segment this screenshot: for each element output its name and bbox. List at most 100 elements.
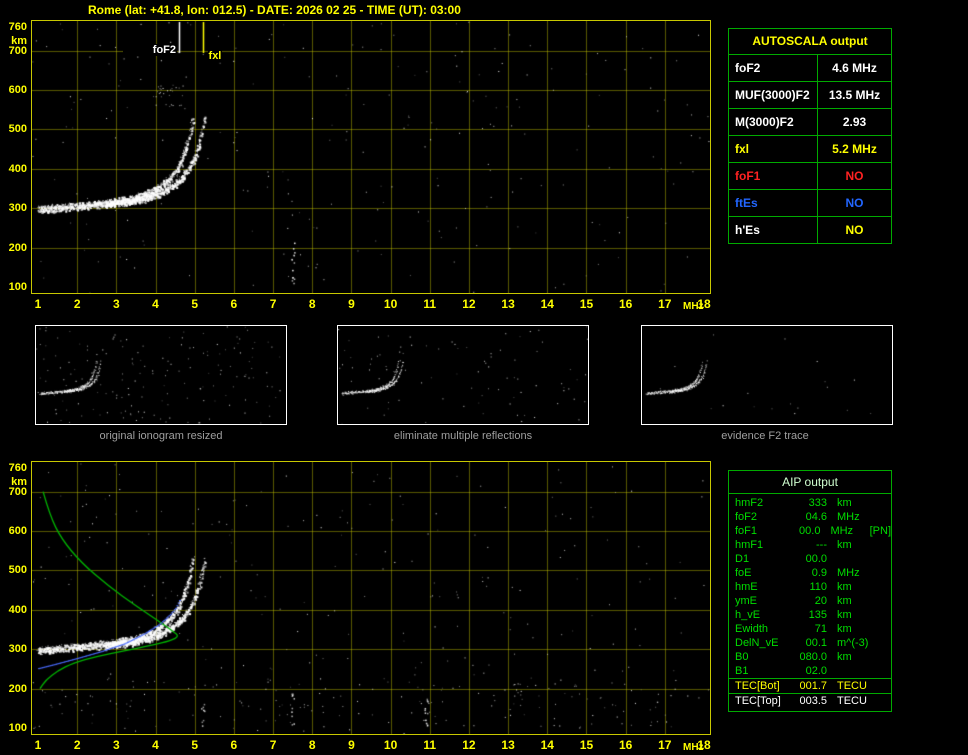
x-tick-label: 15: [579, 738, 594, 752]
aip-row-unit: MHz: [837, 511, 860, 523]
autoscala-rows: foF2 4.6 MHz MUF(3000)F2 13.5 MHz M(3000)F2 2…: [729, 55, 891, 243]
x-tick-label: 12: [462, 738, 476, 752]
aip-row: TEC[Top] 003.5 TECU: [729, 693, 891, 708]
marker-label-fxl: fxl: [207, 50, 223, 62]
autoscala-row-value: NO: [845, 169, 864, 183]
aip-row-value: 00.1: [805, 637, 827, 649]
y-tick-label: 600: [8, 525, 27, 538]
aip-row: TEC[Bot] 001.7 TECU: [729, 678, 891, 693]
aip-row-value: 0.9: [811, 567, 827, 579]
y-tick-label: 400: [8, 162, 27, 175]
x-tick-label: 8: [308, 738, 316, 752]
aip-row-value: 00.0: [799, 525, 821, 537]
aip-row-extra: [877, 552, 891, 566]
x-tick-label: 4: [152, 297, 159, 311]
x-tick-label: 14: [540, 297, 554, 311]
x-tick-label: 14: [540, 738, 554, 752]
aip-row-value: 71: [814, 623, 827, 635]
autoscala-row: ftEs NO: [729, 190, 891, 217]
autoscala-row-label: M(3000)F2: [729, 109, 818, 135]
aip-row-label: hmE: [735, 581, 758, 593]
y-tick-label: 100: [8, 281, 27, 293]
autoscala-row-label: fxl: [729, 136, 818, 162]
caption-multiple-reflections: eliminate multiple reflections: [393, 430, 533, 442]
aip-row-value: 00.0: [805, 553, 827, 565]
aip-row-extra: [877, 694, 891, 708]
autoscala-row-value: 5.2 MHz: [832, 142, 877, 156]
aip-row-label: TEC[Top]: [735, 695, 781, 707]
x-tick-label: 17: [658, 297, 672, 311]
autoscala-row-label: ftEs: [729, 190, 818, 216]
thumbnail-f2-trace: [641, 325, 893, 425]
aip-row-label: hmF2: [735, 497, 764, 509]
aip-row-unit: [827, 552, 877, 566]
profile-canvas: [31, 461, 711, 735]
aip-row-label: hmF1: [735, 539, 764, 551]
aip-row-unit: m^(-3): [837, 637, 869, 649]
aip-row-unit: km: [837, 539, 852, 551]
x-tick-label: 15: [579, 297, 594, 311]
aip-row: DelN_vE 00.1 m^(-3): [729, 636, 891, 650]
aip-row: hmF1 --- km: [729, 538, 891, 552]
aip-output-panel: AIP output hmF2 333 km foF2 04.6 MHz foF1 00.0 M…: [728, 470, 892, 712]
aip-row-label: B0: [735, 651, 749, 663]
aip-row-label: B1: [735, 665, 749, 677]
aip-row-label: foF2: [735, 511, 758, 523]
aip-row-label: foF1: [735, 525, 758, 537]
thumbnail-original-ionogram: [35, 325, 287, 425]
x-tick-label: 10: [383, 738, 398, 752]
aip-row-extra: [877, 496, 891, 510]
aip-row: foF1 00.0 MHz [PN]: [729, 524, 891, 538]
x-tick-label: 17: [658, 738, 672, 752]
aip-row-unit: MHz: [830, 525, 854, 537]
aip-row-extra: [877, 580, 891, 594]
aip-row-label: foE: [735, 567, 752, 579]
aip-row-extra: [877, 650, 891, 664]
y-tick-label: 300: [8, 202, 27, 215]
aip-row-unit: [827, 664, 877, 678]
autoscala-row-value: NO: [845, 223, 864, 237]
y-tick-label: 200: [8, 682, 27, 695]
aip-row: Ewidth 71 km: [729, 622, 891, 636]
aip-row: h_vE 135 km: [729, 608, 891, 622]
autoscala-panel-header: AUTOSCALA output: [729, 29, 891, 55]
caption-f2-trace: evidence F2 trace: [721, 430, 809, 442]
autoscala-application-window: Rome (lat: +41.8, lon: 012.5) - DATE: 20…: [0, 0, 968, 755]
x-tick-label: 11: [423, 738, 437, 752]
autoscala-row-label: h'Es: [729, 217, 818, 243]
aip-row-label: Ewidth: [735, 623, 769, 635]
y-tick-label: 200: [8, 241, 27, 254]
thumbnail-multiple-reflections: [337, 325, 589, 425]
aip-row-unit: km: [837, 609, 852, 621]
x-tick-label: 1: [34, 738, 42, 752]
aip-row-value: 003.5: [799, 695, 827, 707]
autoscala-row-value: 4.6 MHz: [832, 61, 877, 75]
x-tick-label: 13: [501, 738, 515, 752]
x-tick-label: 16: [618, 297, 633, 311]
x-tick-label: 3: [113, 738, 120, 752]
autoscala-row: h'Es NO: [729, 217, 891, 243]
ionogram-canvas: [31, 20, 711, 294]
profile-ionogram-plot: 760 700 600 500 400 300 200 100 km 1 2 3 4 5 6 7 8 9 10 11 1…: [9, 461, 711, 753]
x-tick-label: 8: [308, 297, 316, 311]
y-tick-label: 500: [8, 564, 27, 577]
x-tick-label: 11: [423, 297, 437, 311]
aip-row-extra: [877, 622, 891, 636]
autoscala-row: fxl 5.2 MHz: [729, 136, 891, 163]
x-tick-label: 7: [269, 738, 277, 752]
y-tick-label: 300: [8, 643, 27, 656]
aip-row-value: 135: [808, 609, 827, 621]
x-tick-label: 12: [462, 297, 476, 311]
aip-row-unit: TECU: [837, 680, 867, 692]
aip-row-unit: km: [837, 497, 852, 509]
y-axis-unit: km: [11, 35, 27, 47]
aip-row-value: 333: [808, 497, 827, 509]
thumbnail-canvas-original: [35, 325, 287, 425]
x-tick-label: 3: [113, 297, 120, 311]
aip-row-unit: TECU: [837, 695, 867, 707]
aip-row: ymE 20 km: [729, 594, 891, 608]
x-tick-label: 16: [618, 738, 633, 752]
aip-row-extra: [877, 664, 891, 678]
aip-panel-header: AIP output: [729, 471, 891, 494]
aip-row-label: DelN_vE: [735, 637, 779, 649]
